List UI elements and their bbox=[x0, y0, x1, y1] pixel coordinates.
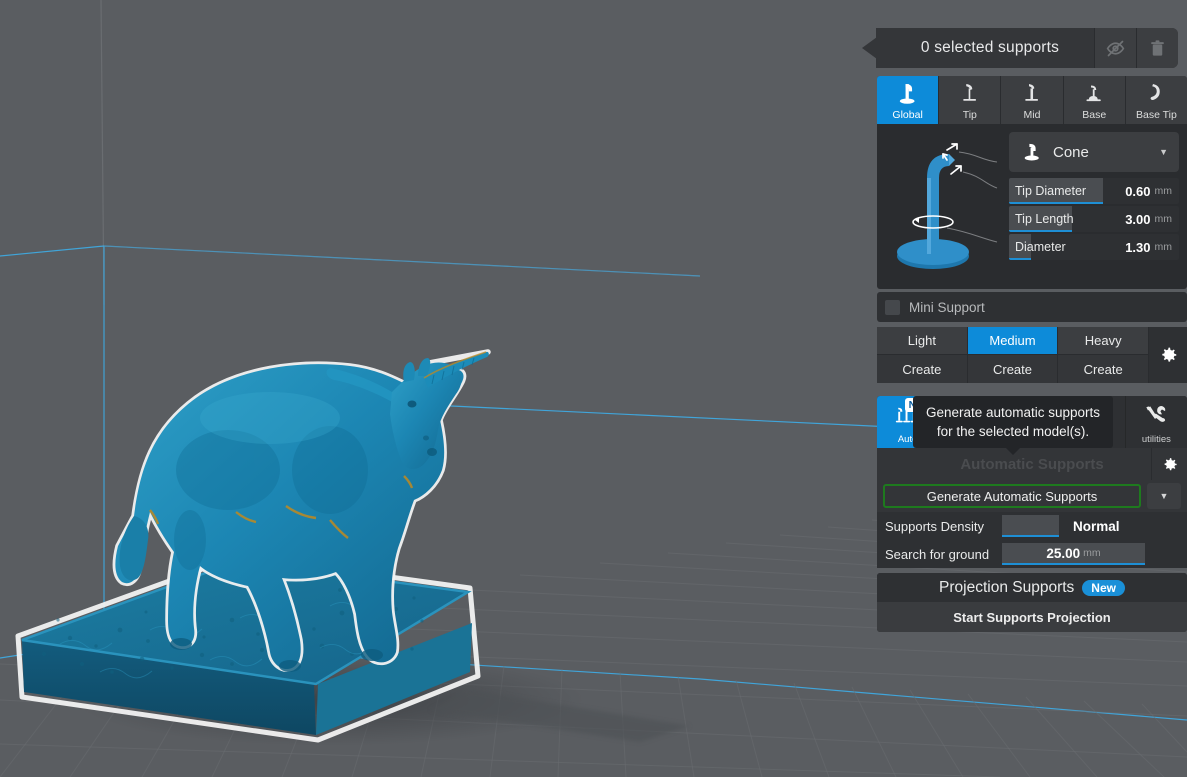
projection-supports-title: Projection Supports bbox=[939, 579, 1074, 597]
create-light-button[interactable]: Create bbox=[877, 355, 968, 383]
chevron-down-icon: ▼ bbox=[1160, 491, 1169, 501]
param-label-diameter: Diameter bbox=[1009, 240, 1066, 254]
param-unit-tip-diameter: mm bbox=[1155, 185, 1180, 197]
density-settings-button[interactable] bbox=[1149, 327, 1187, 383]
automatic-supports-subheader: Automatic Supports bbox=[877, 448, 1187, 480]
mini-support-row[interactable]: Mini Support bbox=[877, 292, 1187, 322]
support-base-icon bbox=[1064, 79, 1125, 107]
panel-header: 0 selected supports bbox=[862, 28, 1178, 68]
support-tip-icon bbox=[939, 79, 1000, 107]
start-supports-projection-button[interactable]: Start Supports Projection bbox=[877, 602, 1187, 632]
supports-density-row[interactable]: Supports Density Normal bbox=[877, 512, 1187, 540]
projection-new-badge: New bbox=[1082, 580, 1125, 596]
support-parameters-column: Cone ▼ Tip Diameter 0.60 mm Tip Length 3… bbox=[1009, 132, 1179, 262]
density-preset-heavy[interactable]: Heavy bbox=[1058, 327, 1149, 355]
param-row-diameter[interactable]: Diameter 1.30 mm bbox=[1009, 234, 1179, 260]
density-preset-light[interactable]: Light bbox=[877, 327, 968, 355]
tooltip-tail bbox=[1006, 448, 1020, 455]
search-for-ground-value: 25.00 bbox=[1046, 546, 1080, 561]
support-type-tab-mid[interactable]: Mid bbox=[1001, 76, 1063, 124]
generate-automatic-supports-button[interactable]: Generate Automatic Supports bbox=[883, 484, 1141, 508]
density-presets-row: Light Medium Heavy bbox=[877, 327, 1149, 355]
param-unit-diameter: mm bbox=[1155, 241, 1180, 253]
tool-tab-utilities-label: utilities bbox=[1142, 434, 1171, 445]
support-type-tab-mid-label: Mid bbox=[1024, 109, 1041, 121]
header-notch bbox=[862, 37, 877, 59]
automatic-supports-title: Automatic Supports bbox=[960, 456, 1103, 473]
hide-supports-button[interactable] bbox=[1094, 28, 1136, 68]
generate-supports-row: Generate Automatic Supports ▼ bbox=[877, 480, 1187, 512]
gear-icon bbox=[1157, 344, 1179, 366]
param-label-tip-length: Tip Length bbox=[1009, 212, 1074, 226]
chevron-down-icon: ▼ bbox=[1159, 147, 1171, 157]
support-shape-dropdown[interactable]: Cone ▼ bbox=[1009, 132, 1179, 172]
support-type-tab-base-label: Base bbox=[1082, 109, 1106, 121]
search-for-ground-label: Search for ground bbox=[877, 547, 1002, 562]
density-create-row: Create Create Create bbox=[877, 355, 1149, 383]
generate-supports-dropdown-button[interactable]: ▼ bbox=[1147, 483, 1181, 509]
supports-density-value: Normal bbox=[1059, 519, 1120, 534]
support-type-tab-tip-label: Tip bbox=[963, 109, 977, 121]
gear-icon bbox=[1160, 455, 1179, 474]
support-basetip-icon bbox=[1126, 79, 1187, 107]
selected-supports-label: 0 selected supports bbox=[876, 39, 1094, 57]
density-preset-medium[interactable]: Medium bbox=[968, 327, 1059, 355]
search-for-ground-unit: mm bbox=[1080, 547, 1101, 559]
delete-supports-button[interactable] bbox=[1136, 28, 1178, 68]
create-medium-button[interactable]: Create bbox=[968, 355, 1059, 383]
projection-supports-header: Projection Supports New bbox=[877, 573, 1187, 602]
support-shape-value: Cone bbox=[1047, 144, 1159, 161]
application-window: 0 selected supports bbox=[0, 0, 1187, 777]
param-value-tip-diameter: 0.60 bbox=[1125, 184, 1154, 199]
support-type-tab-base[interactable]: Base bbox=[1064, 76, 1126, 124]
support-type-tab-base-tip[interactable]: Base Tip bbox=[1126, 76, 1187, 124]
tooltip: Generate automatic supports for the sele… bbox=[913, 396, 1113, 448]
cone-support-icon bbox=[1017, 137, 1047, 167]
density-presets-card: Light Medium Heavy Create Create Create bbox=[877, 327, 1187, 383]
support-type-tabs: Global Tip bbox=[877, 76, 1187, 124]
support-global-icon bbox=[877, 79, 938, 107]
support-type-tab-global[interactable]: Global bbox=[877, 76, 939, 124]
mini-support-checkbox[interactable] bbox=[885, 300, 900, 315]
wrench-tools-icon bbox=[1126, 402, 1187, 428]
param-row-tip-diameter[interactable]: Tip Diameter 0.60 mm bbox=[1009, 178, 1179, 204]
support-type-tab-tip[interactable]: Tip bbox=[939, 76, 1001, 124]
param-label-tip-diameter: Tip Diameter bbox=[1009, 184, 1086, 198]
support-parameters-card: Cone ▼ Tip Diameter 0.60 mm Tip Length 3… bbox=[877, 124, 1187, 289]
projection-supports-card: Projection Supports New Start Supports P… bbox=[877, 573, 1187, 632]
search-for-ground-row[interactable]: Search for ground 25.00 mm bbox=[877, 540, 1187, 568]
create-heavy-button[interactable]: Create bbox=[1058, 355, 1149, 383]
eye-off-icon bbox=[1105, 38, 1126, 59]
automatic-supports-settings-button[interactable] bbox=[1151, 448, 1187, 480]
mini-support-label: Mini Support bbox=[900, 300, 985, 315]
support-mid-icon bbox=[1001, 79, 1062, 107]
supports-density-label: Supports Density bbox=[877, 519, 1002, 534]
support-type-tab-base-tip-label: Base Tip bbox=[1136, 109, 1177, 121]
param-row-tip-length[interactable]: Tip Length 3.00 mm bbox=[1009, 206, 1179, 232]
param-unit-tip-length: mm bbox=[1155, 213, 1180, 225]
support-preview-diagram bbox=[885, 130, 1003, 282]
support-type-tab-global-label: Global bbox=[892, 109, 922, 121]
tool-tab-utilities[interactable]: utilities bbox=[1126, 396, 1187, 448]
density-presets-grid: Light Medium Heavy Create Create Create bbox=[877, 327, 1149, 383]
supports-panel: 0 selected supports bbox=[862, 28, 1187, 608]
param-value-diameter: 1.30 bbox=[1125, 240, 1154, 255]
trash-icon bbox=[1148, 39, 1167, 58]
param-value-tip-length: 3.00 bbox=[1125, 212, 1154, 227]
tooltip-text: Generate automatic supports for the sele… bbox=[926, 405, 1100, 439]
